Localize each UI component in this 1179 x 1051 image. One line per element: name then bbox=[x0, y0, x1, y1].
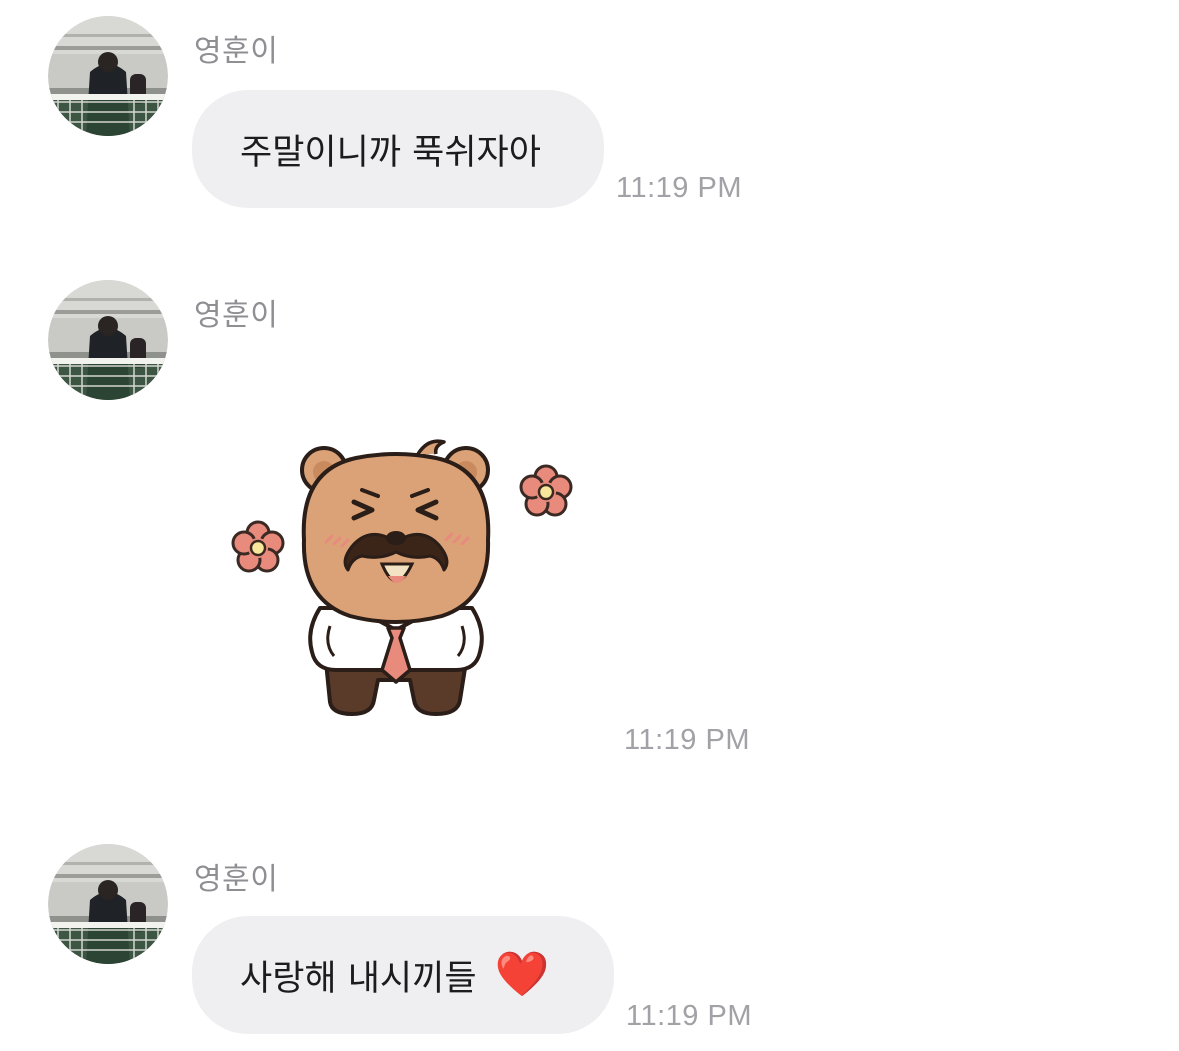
avatar[interactable] bbox=[48, 844, 168, 964]
flower-icon bbox=[519, 464, 573, 517]
message-bubble[interactable]: 주말이니까 푹쉬자아 bbox=[192, 90, 604, 208]
message-bubble[interactable]: 사랑해 내시끼들 ❤️ bbox=[192, 916, 614, 1034]
message-text: 사랑해 내시끼들 bbox=[240, 958, 477, 999]
avatar[interactable] bbox=[48, 16, 168, 136]
message-text: 주말이니까 푹쉬자아 bbox=[240, 132, 541, 173]
avatar[interactable] bbox=[48, 280, 168, 400]
sender-name: 영훈이 bbox=[194, 34, 279, 69]
bear-with-mustache-sticker[interactable] bbox=[222, 430, 582, 730]
message-timestamp: 11:19 PM bbox=[616, 172, 742, 204]
message-timestamp: 11:19 PM bbox=[626, 1000, 752, 1032]
message-timestamp: 11:19 PM bbox=[624, 724, 750, 756]
sender-name: 영훈이 bbox=[194, 298, 279, 333]
flower-icon bbox=[231, 520, 285, 573]
heart-emoji-icon: ❤️ bbox=[494, 949, 550, 1000]
sender-name: 영훈이 bbox=[194, 862, 279, 897]
